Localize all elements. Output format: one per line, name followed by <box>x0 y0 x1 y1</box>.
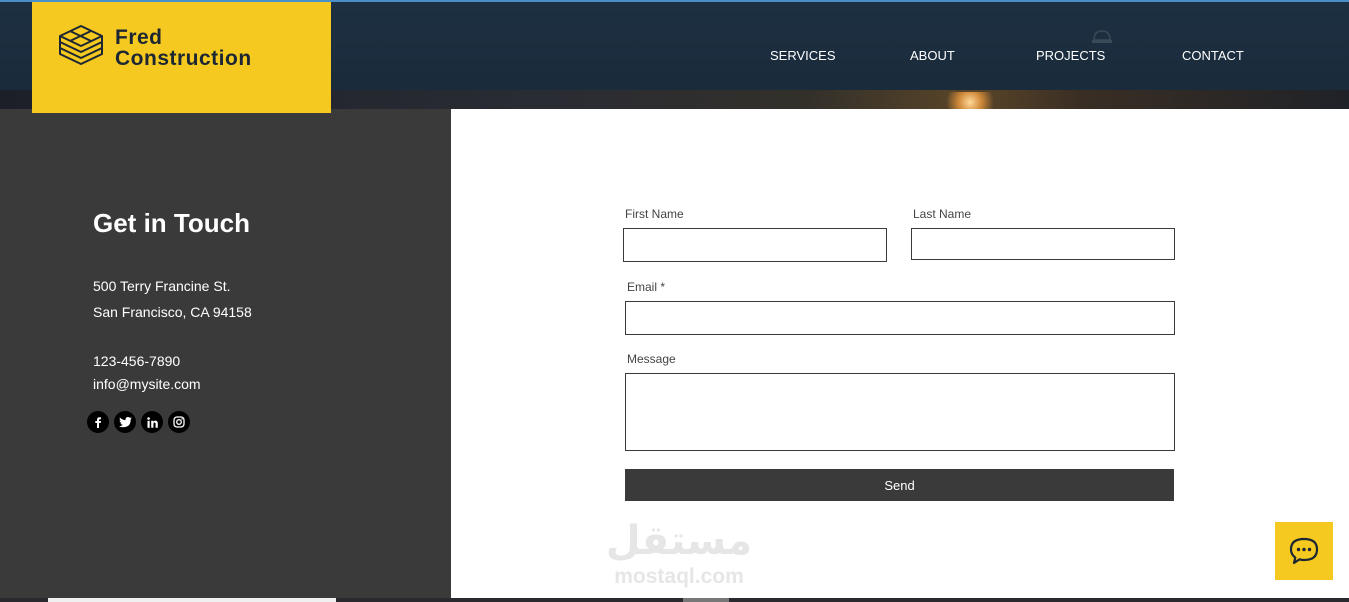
watermark: مستقل mostaql.com <box>594 517 764 592</box>
message-label: Message <box>627 352 676 366</box>
brand-name: Fred Construction <box>115 27 252 69</box>
nav-about[interactable]: ABOUT <box>910 48 955 63</box>
layered-blocks-icon <box>59 25 103 65</box>
nav-services[interactable]: SERVICES <box>770 48 836 63</box>
address-line-1: 500 Terry Francine St. <box>93 278 231 294</box>
chat-button[interactable] <box>1275 522 1333 580</box>
email-address[interactable]: info@mysite.com <box>93 376 201 392</box>
nav-contact[interactable]: CONTACT <box>1182 48 1244 63</box>
last-name-field[interactable] <box>911 228 1175 260</box>
helmet-icon <box>1092 30 1112 43</box>
twitter-icon[interactable] <box>114 411 136 433</box>
contact-title: Get in Touch <box>93 208 250 238</box>
chat-bubble-icon <box>1289 537 1319 565</box>
header-light-glow <box>940 92 1000 109</box>
contact-form: First Name Last Name Email * Message Sen… <box>451 109 1349 598</box>
first-name-field[interactable] <box>623 228 887 262</box>
instagram-icon[interactable] <box>168 411 190 433</box>
message-field[interactable] <box>625 373 1175 451</box>
send-button[interactable]: Send <box>625 469 1174 501</box>
linkedin-icon[interactable] <box>141 411 163 433</box>
nav-projects[interactable]: PROJECTS <box>1036 48 1105 63</box>
last-name-label: Last Name <box>913 207 972 221</box>
phone-number: 123-456-7890 <box>93 353 181 369</box>
first-name-label: First Name <box>625 207 684 221</box>
watermark-arabic: مستقل <box>605 518 753 564</box>
facebook-icon[interactable] <box>87 411 109 433</box>
logo[interactable]: Fred Construction <box>32 2 331 113</box>
address-line-2: San Francisco, CA 94158 <box>93 304 252 320</box>
email-label: Email * <box>627 280 666 294</box>
watermark-latin: mostaql.com <box>614 565 744 588</box>
bottom-strip-highlight <box>48 598 336 602</box>
bottom-strip-marker <box>683 598 729 602</box>
contact-info-panel: Get in Touch 500 Terry Francine St. San … <box>0 109 451 598</box>
brand-line-1: Fred <box>115 26 163 49</box>
email-field[interactable] <box>625 301 1175 335</box>
brand-line-2: Construction <box>115 47 252 70</box>
